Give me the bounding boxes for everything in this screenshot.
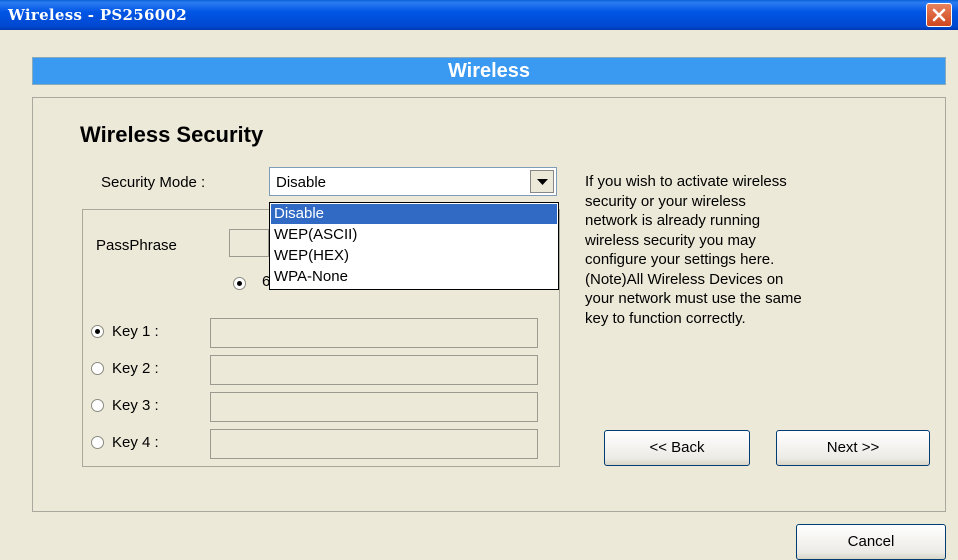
close-button[interactable] [926,3,952,27]
help-text: If you wish to activate wireless securit… [585,172,935,328]
key2-radio[interactable] [91,362,104,375]
key-length-radio[interactable] [233,277,246,290]
window-title: Wireless - PS256002 [8,6,187,24]
help-line: key to function correctly. [585,309,746,327]
title-bar: Wireless - PS256002 [0,0,958,30]
back-button[interactable]: << Back [604,430,750,466]
security-mode-dropdown-list: Disable WEP(ASCII) WEP(HEX) WPA-None [269,202,559,290]
chevron-down-icon [537,179,548,185]
next-button[interactable]: Next >> [776,430,930,466]
key1-label: Key 1 : [112,323,159,340]
security-mode-label: Security Mode : [101,174,206,191]
help-line: configure your settings here. [585,251,775,268]
page-banner: Wireless [32,57,946,85]
section-heading: Wireless Security [80,122,264,147]
key4-label: Key 4 : [112,434,159,451]
key3-radio[interactable] [91,399,104,412]
help-line: (Note)All Wireless Devices on [585,270,784,288]
passphrase-input[interactable] [229,229,269,257]
key3-label: Key 3 : [112,397,159,414]
key3-input[interactable] [210,392,538,422]
dropdown-option[interactable]: Disable [271,204,557,224]
dropdown-option[interactable]: WEP(ASCII) [271,225,557,245]
security-mode-select[interactable]: Disable [269,167,557,196]
help-line: network is already running [585,212,761,229]
key2-label: Key 2 : [112,360,159,377]
help-line: wireless security you may [585,231,756,249]
dropdown-option[interactable]: WPA-None [271,267,557,287]
security-mode-value: Disable [276,174,327,191]
key4-radio[interactable] [91,436,104,449]
key1-input[interactable] [210,318,538,348]
key2-input[interactable] [210,355,538,385]
cancel-button[interactable]: Cancel [796,524,946,560]
close-icon [932,8,946,22]
help-line: your network must use the same [585,290,802,307]
help-line: security or your wireless [585,192,746,210]
dropdown-arrow-button[interactable] [530,170,554,193]
key4-input[interactable] [210,429,538,459]
key1-radio[interactable] [91,325,104,338]
banner-title: Wireless [447,60,531,82]
passphrase-label: PassPhrase [96,237,177,254]
dropdown-option[interactable]: WEP(HEX) [271,246,557,266]
help-line: If you wish to activate wireless [585,173,787,190]
